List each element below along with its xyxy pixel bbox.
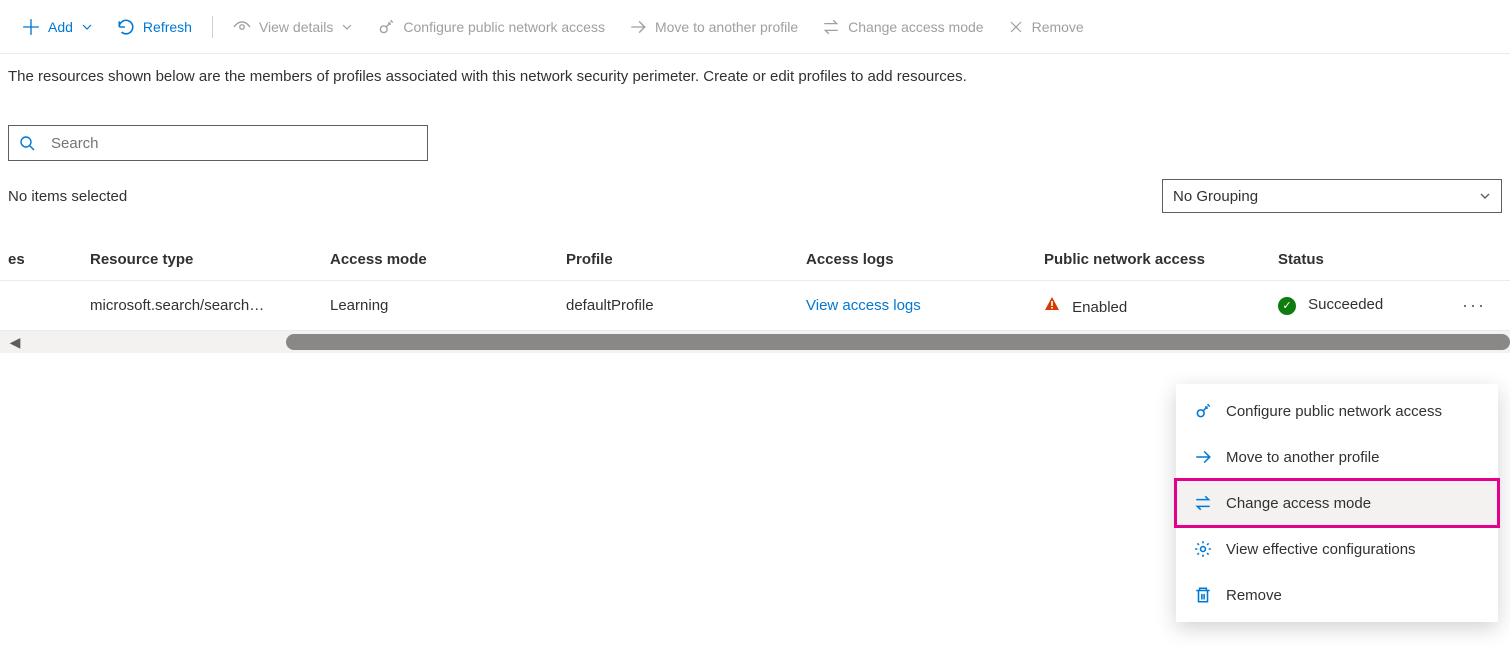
menu-view-effective[interactable]: View effective configurations [1176,526,1498,572]
add-label: Add [48,19,73,35]
horizontal-scrollbar[interactable]: ◀ [0,331,1510,353]
refresh-icon [117,18,135,36]
grouping-value: No Grouping [1173,188,1258,205]
cell-pna: Enabled [1044,296,1278,316]
cell-profile: defaultProfile [566,297,806,314]
view-details-button: View details [223,12,363,42]
change-access-mode-label: Change access mode [848,19,983,35]
refresh-button[interactable]: Refresh [107,12,202,42]
menu-configure-pna-label: Configure public network access [1226,403,1442,420]
search-icon [19,135,35,151]
column-header-status[interactable]: Status [1278,251,1450,268]
gear-icon [1194,540,1212,558]
plug-icon [377,18,395,36]
scroll-thumb[interactable] [286,334,1510,350]
toolbar-separator [212,16,213,38]
menu-change-access-mode-label: Change access mode [1226,495,1371,512]
menu-configure-pna[interactable]: Configure public network access [1176,388,1498,434]
menu-change-access-mode[interactable]: Change access mode [1176,480,1498,526]
swap-icon [822,18,840,36]
search-input[interactable] [35,126,427,160]
add-button[interactable]: Add [12,12,103,42]
plus-icon [22,18,40,36]
warning-icon [1044,296,1060,312]
eye-icon [233,18,251,36]
table-row[interactable]: microsoft.search/search… Learning defaul… [0,281,1510,331]
view-access-logs-link[interactable]: View access logs [806,297,921,314]
menu-remove[interactable]: Remove [1176,572,1498,618]
change-access-mode-button: Change access mode [812,12,993,42]
trash-icon [1194,586,1212,604]
arrow-right-icon [1194,448,1212,466]
column-header-access-mode[interactable]: Access mode [330,251,566,268]
column-header-partial[interactable]: es [0,251,90,268]
column-header-access-logs[interactable]: Access logs [806,251,1044,268]
search-container [0,85,1510,161]
command-bar: Add Refresh View details Configure publi… [0,0,1510,54]
view-details-label: View details [259,19,333,35]
selection-grouping-row: No items selected No Grouping [0,161,1510,223]
remove-button: Remove [998,13,1094,41]
chevron-down-icon [1479,190,1491,202]
chevron-down-icon [81,21,93,33]
arrow-right-icon [629,18,647,36]
scroll-left-arrow[interactable]: ◀ [0,334,30,351]
table-header: es Resource type Access mode Profile Acc… [0,239,1510,281]
plug-icon [1194,402,1212,420]
scroll-track[interactable] [30,334,1510,350]
close-icon [1008,19,1024,35]
menu-move-profile[interactable]: Move to another profile [1176,434,1498,480]
column-header-resource-type[interactable]: Resource type [90,251,330,268]
resources-table: es Resource type Access mode Profile Acc… [0,239,1510,353]
menu-remove-label: Remove [1226,587,1282,604]
refresh-label: Refresh [143,19,192,35]
page-description: The resources shown below are the member… [0,54,1510,85]
cell-resource-type: microsoft.search/search… [90,297,330,314]
swap-icon [1194,494,1212,512]
move-profile-button: Move to another profile [619,12,808,42]
search-box[interactable] [8,125,428,161]
remove-label: Remove [1032,19,1084,35]
row-actions-button[interactable]: ··· [1462,295,1494,315]
cell-status: ✓ Succeeded [1278,296,1450,315]
column-header-pna[interactable]: Public network access [1044,251,1278,268]
menu-move-profile-label: Move to another profile [1226,449,1379,466]
menu-view-effective-label: View effective configurations [1226,541,1416,558]
configure-pna-label: Configure public network access [403,19,605,35]
move-profile-label: Move to another profile [655,19,798,35]
column-header-profile[interactable]: Profile [566,251,806,268]
success-icon: ✓ [1278,297,1296,315]
configure-pna-button: Configure public network access [367,12,615,42]
chevron-down-icon [341,21,353,33]
row-context-menu: Configure public network access Move to … [1176,384,1498,622]
cell-access-mode: Learning [330,297,566,314]
grouping-dropdown[interactable]: No Grouping [1162,179,1502,213]
selection-count: No items selected [8,188,127,205]
